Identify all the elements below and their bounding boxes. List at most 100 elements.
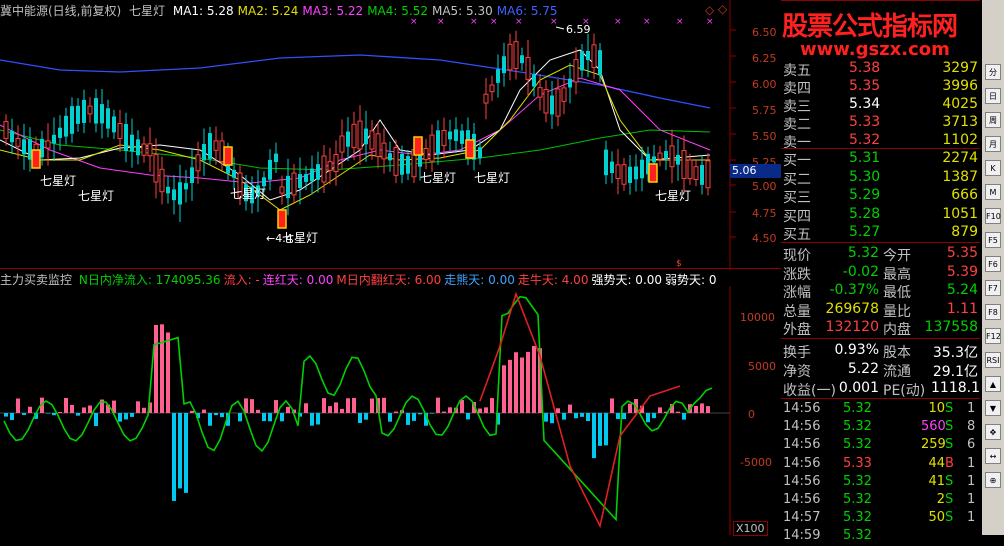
tick-price: 5.32 xyxy=(843,528,872,543)
toolbar-button[interactable]: RSI xyxy=(985,352,1001,368)
signal-marker xyxy=(466,140,474,158)
bid-level-1[interactable]: 买一5.312274 xyxy=(781,150,980,168)
tick-count: 1 xyxy=(967,474,975,489)
toolbar-button[interactable]: 日 xyxy=(985,88,1001,104)
bid-price: 5.29 xyxy=(849,187,880,203)
toolbar-button[interactable]: F6 xyxy=(985,256,1001,272)
stat-label: 量比 xyxy=(883,301,911,321)
toolbar-button[interactable]: ▲ xyxy=(985,376,1001,392)
signal-label: 七星灯 xyxy=(40,174,76,188)
top-marker: × xyxy=(490,17,498,27)
candle xyxy=(610,151,614,183)
toolbar-button[interactable]: 月 xyxy=(985,136,1001,152)
signal-label: 七星灯 xyxy=(655,189,691,203)
flow-bar xyxy=(322,398,326,413)
candle xyxy=(346,117,350,161)
indicator-item-7: 强势天: 0.00 xyxy=(591,273,662,287)
flow-bar xyxy=(658,407,662,413)
indicator-item-2: 流入: - xyxy=(224,273,260,287)
candle xyxy=(532,65,536,97)
flow-bar xyxy=(190,411,194,413)
toolbar-button[interactable]: F7 xyxy=(985,280,1001,296)
tick-price: 5.32 xyxy=(843,437,872,452)
bid-volume: 1387 xyxy=(942,169,978,185)
toolbar-button[interactable]: F5 xyxy=(985,232,1001,248)
toolbar-button[interactable]: F12 xyxy=(985,328,1001,344)
bid-level-2[interactable]: 买二5.301387 xyxy=(781,169,980,187)
toolbar-button[interactable]: ▼ xyxy=(985,400,1001,416)
bid-volume: 2274 xyxy=(942,150,978,166)
tick-count: 8 xyxy=(967,419,975,434)
price-tick-3: 5.75 xyxy=(752,104,777,117)
price-tick-0: 6.50 xyxy=(752,26,777,39)
signal-label: 七星灯 xyxy=(78,189,114,203)
ask-label: 卖四 xyxy=(783,78,811,98)
indicator-name: 主力买卖监控 xyxy=(0,273,72,287)
quote-panel: 卖五5.383297卖四5.353996卖三5.344025卖二5.333713… xyxy=(781,0,980,535)
toolbar-button[interactable]: F8 xyxy=(985,304,1001,320)
ask-level-3[interactable]: 卖三5.344025 xyxy=(781,96,980,114)
stat-value: -0.37% xyxy=(815,282,879,298)
ask-level-2[interactable]: 卖二5.333713 xyxy=(781,114,980,132)
bid-volume: 879 xyxy=(951,224,978,240)
tick-volume: 50 xyxy=(921,510,945,525)
flow-bar xyxy=(238,413,242,421)
flow-bar xyxy=(16,398,20,413)
stat-value: 269678 xyxy=(815,301,879,317)
flow-bar xyxy=(526,352,530,413)
toolbar-button[interactable]: M xyxy=(985,184,1001,200)
toolbar-button[interactable]: ✥ xyxy=(985,424,1001,440)
toolbar-button[interactable]: F10 xyxy=(985,208,1001,224)
bid-label: 买一 xyxy=(783,150,811,170)
flow-bar xyxy=(706,406,710,413)
candlestick-chart[interactable]: 七星灯七星灯七星灯七星灯七星灯七星灯七星灯6.59←4.4×××××××××××… xyxy=(0,0,781,270)
top-marker: × xyxy=(470,17,478,27)
candle xyxy=(82,90,86,133)
fund-flow-indicator-chart[interactable] xyxy=(0,286,781,535)
flow-bar xyxy=(76,413,80,416)
indicator-item-3: 连红天: 0.00 xyxy=(263,273,334,287)
indicator-item-6: 走牛天: 4.00 xyxy=(518,273,589,287)
toolbar-button[interactable]: 分 xyxy=(985,64,1001,80)
candle xyxy=(106,100,110,138)
toolbar-button[interactable]: K xyxy=(985,160,1001,176)
flow-bar xyxy=(586,413,590,421)
flow-bar xyxy=(508,360,512,413)
indicator-tick-1: 5000 xyxy=(748,360,776,373)
candle xyxy=(484,78,488,119)
toolbar-button[interactable]: ↔ xyxy=(985,448,1001,464)
flow-bar xyxy=(394,412,398,413)
flow-bar xyxy=(160,324,164,413)
tick-time: 14:56 xyxy=(783,437,820,452)
flow-bar xyxy=(364,413,368,420)
signal-label: 七星灯 xyxy=(474,171,510,185)
bid-level-5[interactable]: 买五5.27879 xyxy=(781,224,980,242)
candle xyxy=(490,76,494,101)
candle xyxy=(184,170,188,202)
candle xyxy=(160,157,164,205)
axis-unit: X100 xyxy=(733,521,768,536)
flow-bar xyxy=(166,332,170,413)
toolbar-button[interactable]: 周 xyxy=(985,112,1001,128)
flow-bar xyxy=(544,413,548,422)
candle xyxy=(604,141,608,184)
flow-bar xyxy=(460,400,464,413)
tick-price: 5.32 xyxy=(843,492,872,507)
ask-level-4[interactable]: 卖四5.353996 xyxy=(781,78,980,96)
candle xyxy=(172,175,176,214)
candle xyxy=(88,97,92,122)
flow-bar xyxy=(430,413,434,414)
ask-level-5[interactable]: 卖五5.383297 xyxy=(781,60,980,78)
bid-price: 5.28 xyxy=(849,206,880,222)
indicator-item-1: N日内净流入: 174095.36 xyxy=(79,273,221,287)
fund-label: 收益(一) xyxy=(783,380,836,400)
toolbar-button[interactable]: ⊕ xyxy=(985,472,1001,488)
candle xyxy=(22,124,26,170)
candle xyxy=(358,105,362,165)
bid-level-3[interactable]: 买三5.29666 xyxy=(781,187,980,205)
tick-count: 6 xyxy=(967,437,975,452)
bid-level-4[interactable]: 买四5.281051 xyxy=(781,206,980,224)
ask-volume: 3713 xyxy=(942,114,978,130)
stat-value: -0.02 xyxy=(815,264,879,280)
tick-price: 5.32 xyxy=(843,401,872,416)
